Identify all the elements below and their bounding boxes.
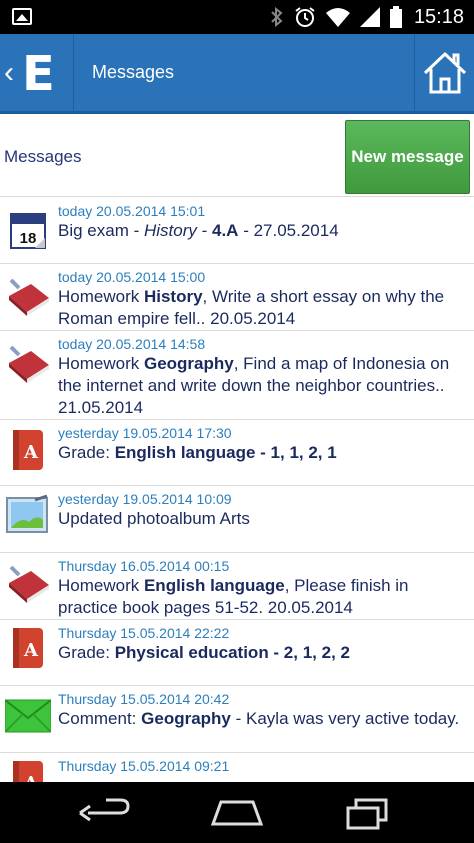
message-item[interactable]: Thursday 16.05.2014 00:15 Homework Engli… (0, 553, 474, 620)
new-message-button[interactable]: New message (345, 120, 470, 194)
battery-icon (390, 6, 402, 28)
envelope-icon (5, 699, 51, 733)
message-text: Big exam - History - 4.A - 27.05.2014 (58, 221, 339, 240)
message-item[interactable]: today 20.05.2014 14:58 Homework Geograph… (0, 331, 474, 420)
clock: 15:18 (413, 6, 464, 28)
gallery-icon (12, 8, 32, 25)
message-date: today 20.05.2014 14:58 (58, 336, 206, 352)
grade-book-icon: A (13, 430, 43, 470)
home-icon[interactable] (420, 48, 470, 98)
message-item[interactable]: Thursday 15.05.2014 20:42 Comment: Geogr… (0, 686, 474, 753)
message-text: Homework English language, Please finish… (58, 576, 409, 617)
svg-text:A: A (23, 442, 39, 463)
message-text: Homework History, Write a short essay on… (58, 287, 445, 328)
svg-text:A: A (23, 773, 39, 782)
homework-book-icon (9, 565, 49, 603)
calendar-icon: 18 (10, 213, 46, 249)
message-date: Thursday 16.05.2014 00:15 (58, 558, 230, 574)
message-text: Homework Geography, Find a map of Indone… (58, 354, 450, 417)
photo-album-icon (6, 494, 48, 533)
grade-book-icon: A (13, 628, 43, 668)
wifi-icon (326, 8, 350, 27)
message-item[interactable]: A Thursday 15.05.2014 22:22 Grade: Physi… (0, 620, 474, 686)
status-bar: 15:18 (0, 0, 474, 34)
message-item[interactable]: today 20.05.2014 15:00 Homework History,… (0, 264, 474, 331)
divider (73, 34, 74, 114)
message-date: Thursday 15.05.2014 20:42 (58, 691, 230, 707)
back-icon[interactable] (76, 796, 136, 830)
message-item[interactable]: A yesterday 19.05.2014 17:30 Grade: Engl… (0, 420, 474, 486)
message-date: today 20.05.2014 15:01 (58, 203, 206, 219)
message-date: Thursday 15.05.2014 22:22 (58, 625, 230, 641)
page-title: Messages (4, 147, 82, 166)
app-logo[interactable]: E (22, 48, 64, 100)
message-item[interactable]: A Thursday 15.05.2014 09:21 (0, 753, 474, 782)
message-text: Grade: Physical education - 2, 1, 2, 2 (58, 643, 350, 662)
message-date: yesterday 19.05.2014 10:09 (58, 491, 232, 507)
message-list[interactable]: 18 today 20.05.2014 15:01 Big exam - His… (0, 198, 474, 782)
screen: { "status_bar": { "time": "15:18", "icon… (0, 0, 474, 843)
svg-text:A: A (23, 640, 39, 661)
message-text: Updated photoalbum Arts (58, 509, 250, 528)
homework-book-icon (9, 345, 49, 383)
app-bar-title: Messages (92, 62, 175, 82)
message-text: Grade: English language - 1, 1, 2, 1 (58, 443, 337, 462)
homework-book-icon (9, 278, 49, 316)
messages-header: Messages New message (0, 117, 474, 197)
message-item[interactable]: 18 today 20.05.2014 15:01 Big exam - His… (0, 198, 474, 264)
svg-text:18: 18 (20, 230, 37, 247)
message-date: Thursday 15.05.2014 09:21 (58, 758, 230, 774)
divider (414, 34, 415, 114)
app-bar: ‹ E Messages (0, 34, 474, 114)
home-icon[interactable] (207, 796, 267, 830)
navigation-bar (0, 782, 474, 843)
chevron-left-icon[interactable]: ‹ (4, 58, 14, 88)
message-item[interactable]: yesterday 19.05.2014 10:09 Updated photo… (0, 486, 474, 553)
message-text: Comment: Geography - Kayla was very acti… (58, 709, 460, 728)
bluetooth-icon (271, 7, 283, 27)
message-date: today 20.05.2014 15:00 (58, 269, 206, 285)
signal-icon (360, 7, 380, 27)
recent-apps-icon[interactable] (340, 796, 400, 830)
message-date: yesterday 19.05.2014 17:30 (58, 425, 232, 441)
alarm-icon (295, 7, 315, 27)
grade-book-icon: A (13, 761, 43, 782)
